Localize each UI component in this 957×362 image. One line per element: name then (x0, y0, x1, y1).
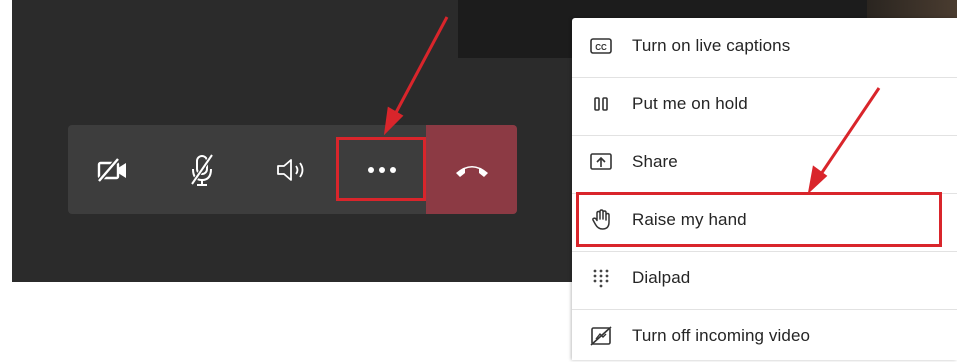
dialpad-icon (590, 267, 612, 289)
camera-off-icon (96, 156, 130, 183)
hang-up-button[interactable] (426, 125, 517, 214)
call-control-bar (68, 125, 517, 214)
menu-item-label: Put me on hold (632, 94, 748, 113)
more-options-menu: CC Turn on live captions Put me on hold … (572, 18, 957, 360)
menu-item-incoming-video[interactable]: Turn off incoming video (572, 310, 957, 362)
menu-item-share[interactable]: Share (572, 136, 957, 188)
menu-item-label: Share (632, 152, 678, 171)
menu-item-label: Turn on live captions (632, 36, 791, 55)
menu-item-live-captions[interactable]: CC Turn on live captions (572, 20, 957, 72)
menu-item-label: Dialpad (632, 268, 691, 287)
menu-item-label: Turn off incoming video (632, 326, 811, 345)
svg-text:CC: CC (595, 43, 607, 52)
speaker-button[interactable] (247, 125, 337, 214)
more-options-highlight (336, 137, 426, 201)
raise-hand-highlight (576, 192, 942, 247)
pause-icon (590, 93, 612, 115)
video-off-icon (590, 325, 612, 347)
share-screen-icon (590, 151, 612, 173)
mic-toggle-button[interactable] (158, 125, 248, 214)
camera-toggle-button[interactable] (68, 125, 158, 214)
hang-up-icon (453, 161, 491, 179)
closed-captions-icon: CC (590, 35, 612, 57)
speaker-icon (274, 157, 310, 183)
mic-off-icon (187, 152, 217, 188)
menu-item-hold[interactable]: Put me on hold (572, 78, 957, 130)
menu-item-dialpad[interactable]: Dialpad (572, 252, 957, 304)
